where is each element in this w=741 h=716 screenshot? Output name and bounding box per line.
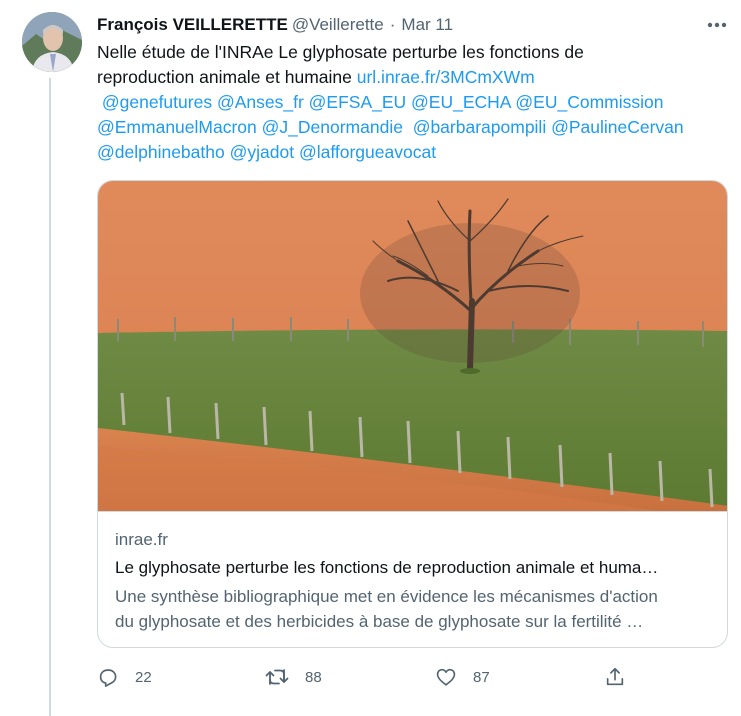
mention-link[interactable]: @lafforgueavocat xyxy=(299,142,436,162)
reply-icon xyxy=(99,669,117,687)
retweet-count: 88 xyxy=(305,668,322,686)
separator-dot: · xyxy=(389,15,396,34)
mentions-line: @genefutures @Anses_fr @EFSA_EU @EU_ECHA… xyxy=(97,90,727,115)
mention-link[interactable]: @delphinebatho xyxy=(97,142,225,162)
mention-link[interactable]: @J_Denormandie xyxy=(262,117,403,137)
tweet-link[interactable]: url.inrae.fr/3MCmXWm xyxy=(357,67,535,87)
like-count: 87 xyxy=(473,668,490,686)
mention-link[interactable]: @EmmanuelMacron xyxy=(97,117,257,137)
mention-link[interactable]: @PaulineCervan xyxy=(551,117,684,137)
reply-button[interactable]: 22 xyxy=(97,662,152,692)
heart-icon xyxy=(436,668,456,686)
more-icon[interactable] xyxy=(704,14,730,36)
mention-link[interactable]: @EU_Commission xyxy=(515,92,663,112)
card-description: Une synthèse bibliographique met en évid… xyxy=(115,584,715,634)
mention-link[interactable]: @yjadot xyxy=(230,142,294,162)
tweet-date[interactable]: Mar 11 xyxy=(401,15,453,35)
thread-connector-line xyxy=(49,78,51,716)
tweet-text: Nelle étude de l'INRAe Le glyphosate per… xyxy=(97,40,727,165)
author-name[interactable]: François VEILLERETTE xyxy=(97,15,288,35)
like-button[interactable]: 87 xyxy=(435,662,490,692)
card-image xyxy=(98,181,727,511)
reply-count: 22 xyxy=(135,668,152,686)
card-title: Le glyphosate perturbe les fonctions de … xyxy=(115,558,659,577)
retweet-icon xyxy=(265,669,289,685)
retweet-button[interactable]: 88 xyxy=(265,662,322,692)
link-preview-card[interactable]: inrae.fr Le glyphosate perturbe les fonc… xyxy=(97,180,728,648)
mention-link[interactable]: @Anses_fr xyxy=(217,92,304,112)
mentions-line: @delphinebatho @yjadot @lafforgueavocat xyxy=(97,140,727,165)
mention-link[interactable]: @genefutures xyxy=(102,92,212,112)
tweet-text-line: Nelle étude de l'INRAe Le glyphosate per… xyxy=(97,42,584,62)
tweet-actions: 22 88 87 xyxy=(97,662,637,692)
card-description-line: du glyphosate et des herbicides à base d… xyxy=(115,612,644,631)
mention-link[interactable]: @EU_ECHA xyxy=(411,92,510,112)
tweet-text-line: reproduction animale et humaine url.inra… xyxy=(97,65,727,90)
tweet-header: François VEILLERETTE @Veillerette · Mar … xyxy=(97,14,453,36)
share-button[interactable] xyxy=(604,662,626,692)
mention-link[interactable]: @barbarapompili xyxy=(413,117,547,137)
avatar[interactable] xyxy=(22,12,82,72)
mentions-line: @EmmanuelMacron @J_Denormandie @barbarap… xyxy=(97,115,727,140)
card-description-line: Une synthèse bibliographique met en évid… xyxy=(115,587,658,606)
card-divider xyxy=(98,511,727,512)
share-icon xyxy=(606,667,624,686)
card-domain: inrae.fr xyxy=(115,530,168,549)
mention-link[interactable]: @EFSA_EU xyxy=(309,92,407,112)
tweet-text-segment: reproduction animale et humaine xyxy=(97,67,357,87)
author-handle[interactable]: @Veillerette xyxy=(292,15,384,35)
